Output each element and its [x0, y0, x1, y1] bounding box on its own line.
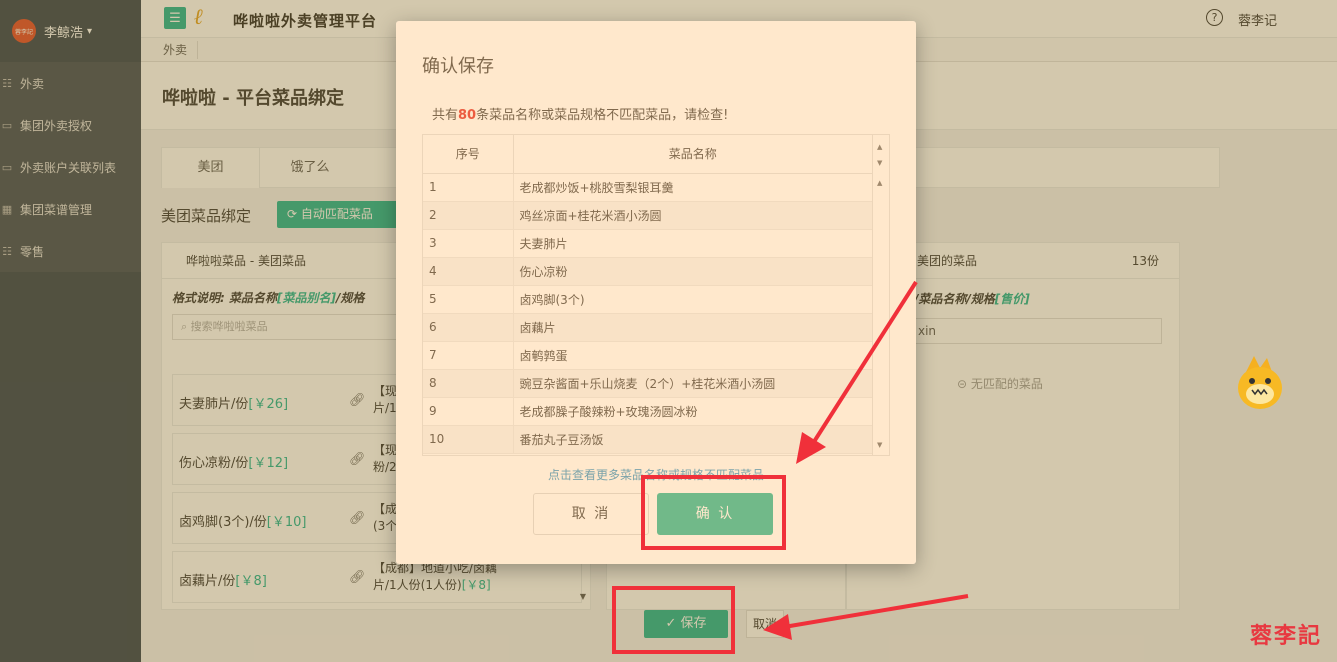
table-row: 5 卤鸡脚(3个)	[423, 285, 873, 314]
table-row: 3 夫妻肺片	[423, 229, 873, 258]
scroll-down-icon[interactable]: ▼	[877, 441, 882, 449]
mismatch-table: 序号 菜品名称 1 老成都炒饭+桃胶雪梨银耳羹 2 鸡丝凉面+桂花米酒小汤圆 3 夫妻…	[422, 134, 890, 456]
table-row: 1 老成都炒饭+桃胶雪梨银耳羹	[423, 173, 873, 202]
table-row: 2 鸡丝凉面+桂花米酒小汤圆	[423, 201, 873, 230]
table-scrollbar[interactable]: ▲ ▼ ▲ ▼	[872, 135, 889, 455]
table-row: 10 番茄丸子豆汤饭	[423, 425, 873, 454]
table-row: 9 老成都臊子酸辣粉+玫瑰汤圆冰粉	[423, 397, 873, 426]
table-row: 4 伤心凉粉	[423, 257, 873, 286]
table-row: 8 豌豆杂酱面+乐山烧麦（2个）+桂花米酒小汤圆	[423, 369, 873, 398]
highlight-box-save	[612, 586, 735, 654]
scroll-up-icon[interactable]: ▲	[877, 143, 882, 151]
column-header-dish-name: 菜品名称	[513, 135, 873, 174]
watermark-logo: 蓉李記	[1250, 623, 1323, 649]
column-header-index: 序号	[423, 135, 514, 174]
highlight-box-confirm	[641, 475, 786, 550]
table-row: 6 卤藕片	[423, 313, 873, 342]
table-row: 7 卤鹌鹑蛋	[423, 341, 873, 370]
scroll-down-icon[interactable]: ▼	[877, 159, 882, 167]
dialog-title: 确认保存	[422, 56, 494, 77]
dialog-message: 共有80条菜品名称或菜品规格不匹配菜品，请检查!	[432, 108, 729, 123]
dialog-cancel-button[interactable]: 取 消	[533, 493, 649, 535]
scroll-up-icon[interactable]: ▲	[877, 179, 882, 187]
mismatch-count: 80	[458, 108, 477, 123]
mascot-icon[interactable]	[1234, 354, 1286, 412]
table-header-row: 序号 菜品名称	[423, 135, 873, 174]
